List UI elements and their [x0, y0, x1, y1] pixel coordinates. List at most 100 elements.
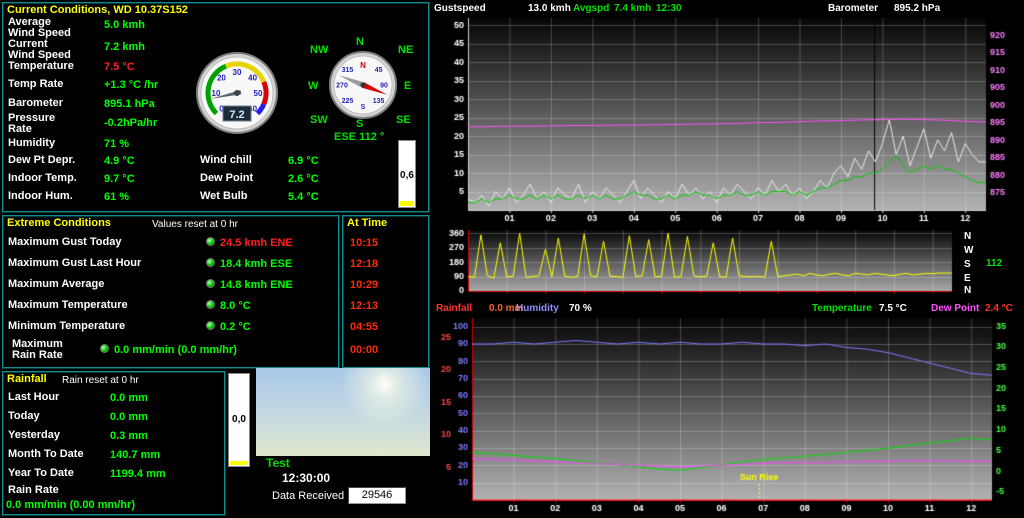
rain-yesterday-label: Yesterday: [8, 429, 60, 441]
extreme-conditions-title: Extreme Conditions: [7, 217, 111, 229]
min-temperature-value: 0.2 °C: [220, 321, 251, 333]
indoor-temp-label: Indoor Temp.: [8, 172, 77, 184]
data-received-value: 29546: [348, 487, 406, 504]
rain-bar-value: 0,0: [232, 414, 246, 426]
led-icon: [206, 258, 215, 267]
avg-wind-value: 5.0 kmh: [104, 19, 145, 31]
indoor-temp-value: 9.7 °C: [104, 173, 135, 185]
rain-yesterday-value: 0.3 mm: [110, 430, 148, 442]
rainfall-chart-label: Rainfall: [436, 303, 473, 314]
cur-wind-label: Current Wind Speed: [8, 38, 71, 61]
indoor-humidity-value: 61 %: [104, 191, 130, 203]
temperature-chart-label: Temperature: [812, 303, 872, 314]
wind-direction-chart: N W S E N 112: [432, 228, 1022, 300]
led-icon: [206, 279, 215, 288]
rainfall-subtitle: Rain reset at 0 hr: [62, 375, 139, 386]
rain-rate-value: 0.0 mm/min (0.00 mm/hr): [6, 499, 135, 511]
rainfall-title: Rainfall: [7, 373, 47, 385]
dir-letter-e: E: [964, 273, 971, 284]
wet-bulb-value: 5.4 °C: [288, 191, 319, 203]
cur-wind-value: 7.2 kmh: [104, 41, 145, 53]
max-gust-today-time: 10:15: [350, 237, 379, 249]
max-gust-today-value: 24.5 kmh ENE: [220, 237, 293, 249]
max-gust-hour-label: Maximum Gust Last Hour: [8, 257, 142, 269]
compass-s: S: [361, 104, 366, 111]
wind-speed-bar-gauge: 0,6: [398, 140, 416, 208]
wind-chart-titlebar: Gustspeed 13.0 kmh Avgspd 7.4 kmh 12:30 …: [432, 2, 1022, 15]
compass-around-nw: NW: [310, 44, 329, 56]
temp-humidity-chart: Rainfall 0.0 mm Humidity 70 % Temperatur…: [432, 302, 1022, 516]
rain-year-label: Year To Date: [8, 467, 74, 479]
temp-humidity-plot: [432, 315, 1022, 516]
rain-last-hour-label: Last Hour: [8, 391, 60, 403]
temperature-label: Temperature: [8, 60, 74, 72]
humidity-chart-value: 70 %: [569, 303, 592, 314]
max-rain-rate-label: Maximum Rain Rate: [12, 338, 63, 361]
pressure-rate-label: Pressure Rate: [8, 112, 56, 135]
gauge-num-50: 50: [254, 89, 263, 98]
dir-letter-n-bottom: N: [964, 285, 972, 296]
pressure-rate-value: -0.2hPa/hr: [104, 117, 158, 129]
gauge-lcd-value: 7.2: [229, 109, 244, 121]
station-name: Test: [266, 456, 290, 470]
temp-rate-label: Temp Rate: [8, 78, 64, 90]
indoor-humidity-label: Indoor Hum.: [8, 190, 73, 202]
max-average-value: 14.8 kmh ENE: [220, 279, 293, 291]
current-direction-value: 112: [986, 258, 1003, 269]
dir-letter-s: S: [964, 259, 971, 270]
max-rain-rate-value: 0.0 mm/min (0.0 mm/hr): [114, 344, 237, 356]
gauge-num-40: 40: [248, 73, 257, 82]
compass-around-s: S: [356, 118, 364, 130]
max-temperature-label: Maximum Temperature: [8, 299, 128, 311]
wind-direction-compass: N 45 90 135 S 225 270 315: [329, 51, 397, 119]
extreme-conditions-panel: Extreme Conditions Values reset at 0 hr …: [2, 215, 340, 369]
led-icon: [100, 344, 109, 353]
dew-point-value: 2.6 °C: [288, 173, 319, 185]
max-gust-hour-value: 18.4 kmh ESE: [220, 258, 293, 270]
compass-around-n: N: [356, 36, 364, 48]
dew-depression-value: 4.9 °C: [104, 155, 135, 167]
gauge-num-30: 30: [233, 68, 242, 77]
rain-today-label: Today: [8, 410, 40, 422]
min-temperature-time: 04:55: [350, 321, 379, 333]
wind-speed-gauge: 0 10 20 30 40 50 60 7.2: [196, 52, 278, 134]
compass-around-sw: SW: [310, 114, 328, 126]
wet-bulb-label: Wet Bulb: [200, 190, 248, 202]
dir-letter-n-top: N: [964, 231, 972, 242]
dir-letter-w: W: [964, 245, 974, 256]
rain-month-value: 140.7 mm: [110, 449, 161, 461]
led-icon: [206, 300, 215, 309]
max-gust-today-label: Maximum Gust Today: [8, 236, 122, 248]
compass-around-e: E: [404, 80, 412, 92]
wind-speed-chart: Gustspeed 13.0 kmh Avgspd 7.4 kmh 12:30 …: [432, 2, 1022, 226]
rain-rate-label: Rain Rate: [8, 484, 59, 496]
dew-depression-label: Dew Pt Depr.: [8, 154, 76, 166]
dew-point-label: Dew Point: [200, 172, 254, 184]
wind-bar-fill: [400, 201, 414, 206]
temperature-chart-value: 7.5 °C: [879, 303, 907, 314]
rainfall-panel: Rainfall Rain reset at 0 hr Last Hour 0.…: [2, 371, 226, 516]
rain-month-label: Month To Date: [8, 448, 84, 460]
wind-chill-value: 6.9 °C: [288, 155, 319, 167]
at-time-panel: At Time 10:15 12:18 10:29 12:13 04:55 00…: [342, 215, 430, 369]
max-average-time: 10:29: [350, 279, 379, 291]
gauge-red-arc: [261, 80, 269, 106]
avg-wind-label: Average Wind Speed: [8, 16, 71, 39]
avgspd-value: 7.4 kmh: [614, 3, 652, 14]
extreme-subtitle: Values reset at 0 hr: [152, 219, 238, 230]
rain-bar-fill: [230, 461, 248, 465]
avgspd-label: Avgspd: [573, 3, 610, 14]
dew-point-chart-label: Dew Point: [931, 303, 980, 314]
compass-around-ne: NE: [398, 44, 414, 56]
compass-around-se: SE: [396, 114, 411, 126]
wind-bar-value: 0,6: [400, 170, 414, 182]
compass-225: 225: [342, 98, 354, 105]
temperature-value: 7.5 °C: [104, 61, 135, 73]
max-rain-rate-time: 00:00: [350, 344, 379, 356]
gauge-num-20: 20: [217, 73, 226, 82]
temp-rate-value: +1.3 °C /hr: [104, 79, 159, 91]
led-icon: [206, 321, 215, 330]
rain-year-value: 1199.4 mm: [110, 468, 166, 480]
led-icon: [206, 237, 215, 246]
humidity-label: Humidity: [8, 137, 56, 149]
